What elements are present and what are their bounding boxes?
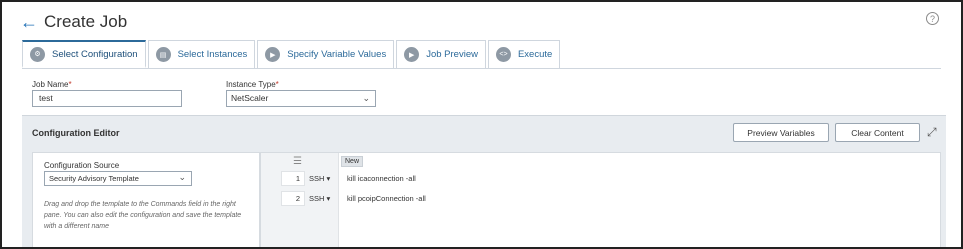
configuration-source-select[interactable]: Security Advisory Template ⌄: [44, 171, 192, 186]
command-type-select[interactable]: SSH ▾: [309, 194, 330, 203]
tab-label: Job Preview: [426, 49, 478, 60]
clear-content-button[interactable]: Clear Content: [835, 123, 920, 142]
new-badge: New: [341, 156, 364, 167]
editor-title: Configuration Editor: [32, 128, 120, 138]
row-number: 2: [281, 191, 305, 206]
arrow-left-icon[interactable]: ←: [20, 12, 38, 33]
commands-gutter: ☰ 1 SSH ▾ 2 SSH ▾: [261, 153, 339, 247]
tab-label: Select Instances: [177, 49, 248, 60]
drag-handle-icon[interactable]: ☰: [293, 156, 302, 167]
configuration-source-value: Security Advisory Template: [49, 174, 139, 183]
page-title: Create Job: [44, 12, 128, 31]
job-name-label: Job Name*: [32, 80, 72, 89]
row-number: 1: [281, 171, 305, 186]
chevron-down-icon: ⌄: [178, 172, 186, 182]
instance-type-label: Instance Type*: [226, 80, 279, 89]
tab-label: Select Configuration: [52, 48, 138, 60]
server-icon: ▤: [155, 47, 171, 62]
source-help-text: Drag and drop the template to the Comman…: [44, 201, 242, 230]
tab-label: Specify Variable Values: [287, 49, 387, 60]
tab-select-instances[interactable]: ▤ Select Instances: [147, 40, 256, 68]
help-icon[interactable]: ?: [926, 12, 939, 25]
variable-icon: ▶: [265, 47, 281, 62]
tab-select-configuration[interactable]: ⚙ Select Configuration: [22, 40, 146, 68]
configuration-source-label: Configuration Source: [44, 161, 120, 170]
instance-type-select[interactable]: NetScaler ⌄: [226, 90, 376, 107]
chevron-down-icon: ⌄: [362, 93, 370, 103]
job-name-input[interactable]: test: [32, 90, 182, 107]
tab-divider: [22, 68, 941, 69]
configuration-editor: Configuration Editor Preview Variables C…: [22, 115, 946, 247]
command-line[interactable]: kill pcoipConnection -all: [347, 194, 426, 203]
instance-type-value: NetScaler: [231, 93, 269, 103]
window-frame: ← Create Job ? ⚙ Select Configuration ▤ …: [0, 0, 963, 249]
tab-execute[interactable]: <> Execute: [487, 40, 561, 68]
tab-job-preview[interactable]: ▶ Job Preview: [396, 40, 486, 68]
configuration-source-pane: Configuration Source Security Advisory T…: [32, 152, 260, 247]
wizard-tabs: ⚙ Select Configuration ▤ Select Instance…: [22, 40, 562, 68]
code-icon: <>: [495, 47, 511, 62]
commands-pane: ☰ 1 SSH ▾ 2 SSH ▾ New kill icaconnection…: [260, 152, 941, 247]
header: ← Create Job: [20, 10, 127, 34]
preview-variables-button[interactable]: Preview Variables: [733, 123, 829, 142]
gear-icon: ⚙: [30, 46, 45, 62]
command-line[interactable]: kill icaconnection -all: [347, 174, 416, 183]
preview-icon: ▶: [404, 47, 420, 62]
tab-specify-variable-values[interactable]: ▶ Specify Variable Values: [257, 40, 395, 68]
expand-icon[interactable]: ⤢: [927, 125, 937, 140]
tab-label: Execute: [517, 49, 553, 60]
command-type-select[interactable]: SSH ▾: [309, 174, 330, 183]
